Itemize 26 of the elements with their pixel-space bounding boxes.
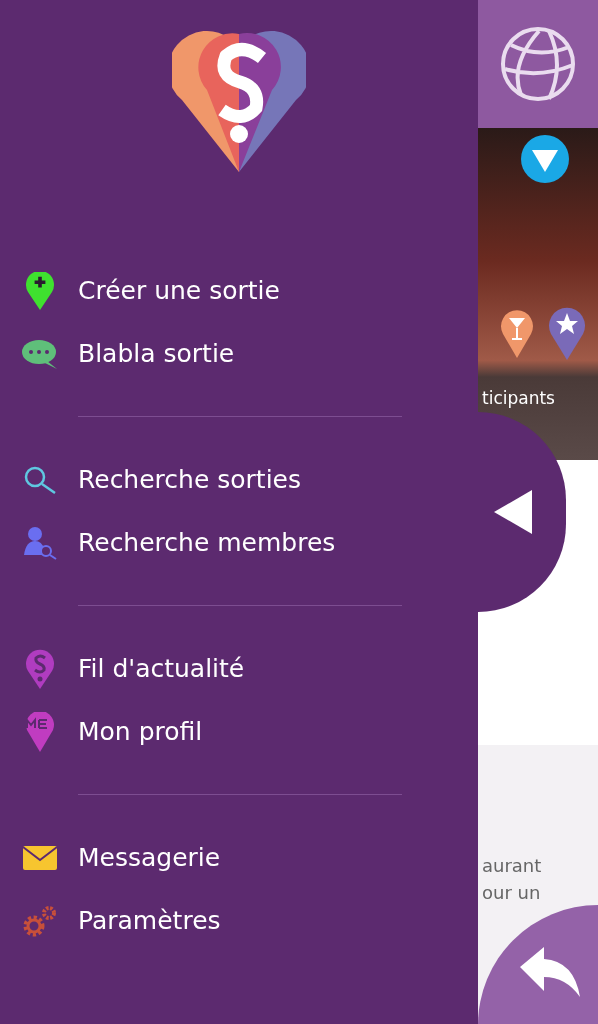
- reply-arrow-icon: [520, 947, 580, 997]
- menu-item[interactable]: Créer une sortie: [0, 268, 478, 313]
- menu-item[interactable]: Paramètres: [0, 898, 402, 943]
- menu-item[interactable]: Messagerie: [0, 835, 402, 880]
- person-search-icon: [22, 524, 58, 561]
- dropdown-icon[interactable]: [520, 134, 570, 184]
- caption-text: ticipants: [482, 388, 555, 408]
- menu-item[interactable]: Recherche membres: [0, 520, 402, 565]
- logo-icon: [172, 30, 306, 172]
- cocktail-pin-icon: [500, 308, 534, 358]
- search-icon: [22, 464, 58, 495]
- gears-icon: [22, 903, 58, 938]
- plus-pin-icon: [25, 271, 55, 310]
- description-text: our un: [482, 882, 542, 903]
- star-pin-icon: [548, 306, 586, 360]
- globe-icon[interactable]: [499, 25, 577, 103]
- chat-bubble-icon: [21, 338, 59, 369]
- description-text: aurant: [482, 855, 543, 876]
- s-pin-icon: [25, 648, 55, 689]
- menu-item[interactable]: Fil d'actualité: [0, 646, 402, 691]
- menu-item[interactable]: Blabla sortie: [0, 331, 478, 376]
- menu-item[interactable]: Recherche sorties: [0, 457, 402, 502]
- me-pin-icon: [25, 711, 55, 752]
- menu-item[interactable]: Mon profil: [0, 709, 402, 754]
- left-triangle-icon: [494, 490, 532, 534]
- envelope-icon: [22, 844, 58, 871]
